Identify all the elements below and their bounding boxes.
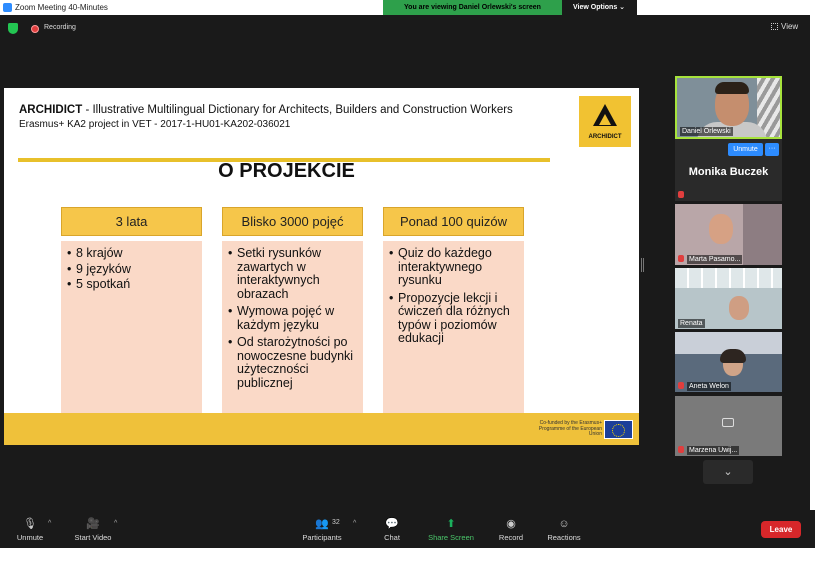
video-tile-marta[interactable]: Marta Pasamo... <box>675 204 782 265</box>
start-video-button[interactable]: 🎥 Start Video <box>70 518 116 542</box>
video-tile-renata[interactable]: Renata <box>675 268 782 329</box>
list-item: 9 języków <box>67 262 196 277</box>
slide-brand: ARCHIDICT <box>19 104 83 116</box>
view-label: View <box>781 22 799 31</box>
participant-name: Marzena Uwij... <box>687 446 740 455</box>
viewing-indicator: You are viewing Daniel Orlewski's screen <box>383 0 562 15</box>
list-item: Wymowa pojęć w każdym języku <box>228 304 357 332</box>
list-item: Setki rysunków zawartych w interaktywnyc… <box>228 246 357 301</box>
archidict-logo: ARCHIDICT <box>579 96 631 147</box>
list-item: Propozycje lekcji i ćwiczeń dla różnych … <box>389 291 518 346</box>
logo-text: ARCHIDICT <box>588 134 622 140</box>
video-options-chevron-icon[interactable]: ^ <box>114 520 117 527</box>
zoom-app-icon <box>3 3 12 12</box>
muted-mic-icon <box>678 255 684 262</box>
participant-avatar <box>729 296 749 320</box>
column-body: 8 krajów 9 języków 5 spotkań <box>61 241 202 418</box>
view-options-button[interactable]: View Options ⌄ <box>573 0 625 15</box>
list-item: Od starożytności po nowoczesne budynki u… <box>228 335 357 390</box>
list-item: 5 spotkań <box>67 277 196 292</box>
slide-header: ARCHIDICT - Illustrative Multilingual Di… <box>19 104 513 116</box>
muted-microphone-icon: 🎙 <box>23 518 37 530</box>
eu-flag-icon <box>604 420 633 439</box>
split-handle[interactable] <box>641 258 644 272</box>
participant-name: Renata <box>678 319 705 328</box>
unmute-participant-button[interactable]: Unmute <box>728 143 763 156</box>
leave-button[interactable]: Leave <box>761 521 801 538</box>
meeting-toolbar: 🎙 Unmute ^ 🎥 Start Video ^ 👥 Participant… <box>0 510 815 548</box>
list-item: Quiz do każdego interaktywnego rysunku <box>389 246 518 288</box>
column-years: 3 lata 8 krajów 9 języków 5 spotkań <box>61 207 202 418</box>
share-screen-label: Share Screen <box>428 533 474 542</box>
reactions-button[interactable]: ☺ Reactions <box>544 518 584 542</box>
list-item: 8 krajów <box>67 246 196 261</box>
muted-mic-icon <box>678 446 684 453</box>
record-button[interactable]: ◉ Record <box>495 518 527 542</box>
video-off-icon: 🎥 <box>86 518 100 530</box>
column-quizzes: Ponad 100 quizów Quiz do każdego interak… <box>383 207 524 418</box>
participants-options-chevron-icon[interactable]: ^ <box>353 520 356 527</box>
chat-button[interactable]: 💬 Chat <box>379 518 405 542</box>
slide-title: O PROJEKCIE <box>218 160 355 182</box>
eu-cofunding-text: Co-funded by the Erasmus+ Programme of t… <box>538 420 602 437</box>
participant-avatar <box>709 214 733 244</box>
video-tile-aneta[interactable]: Aneta Welon <box>675 332 782 392</box>
shared-slide: ARCHIDICT - Illustrative Multilingual Di… <box>4 88 639 445</box>
chat-icon: 💬 <box>385 518 399 530</box>
column-body: Quiz do każdego interaktywnego rysunku P… <box>383 241 524 418</box>
share-screen-button[interactable]: ⬆ Share Screen <box>425 518 477 542</box>
slide-header-text: - Illustrative Multilingual Dictionary f… <box>82 104 513 116</box>
column-header: Ponad 100 quizów <box>383 207 524 236</box>
security-shield-icon[interactable] <box>8 23 18 34</box>
start-video-label: Start Video <box>74 533 112 542</box>
window-bottom-margin <box>0 548 815 573</box>
window-title: Zoom Meeting 40-Minutes <box>15 3 108 12</box>
participant-name: Aneta Welon <box>687 382 731 391</box>
video-tile-daniel[interactable]: Daniel Orlewski <box>675 76 782 139</box>
unmute-button[interactable]: 🎙 Unmute <box>14 518 46 542</box>
view-button[interactable]: View <box>771 22 798 31</box>
record-icon: ◉ <box>506 518 516 530</box>
slide-footer: Co-funded by the Erasmus+ Programme of t… <box>4 413 639 445</box>
participant-name: Monika Buczek <box>688 166 769 178</box>
reactions-label: Reactions <box>547 533 581 542</box>
chevron-down-icon[interactable]: ⌄ <box>703 460 753 484</box>
record-label: Record <box>498 533 524 542</box>
muted-mic-icon <box>678 191 684 198</box>
grid-icon <box>771 23 778 30</box>
participant-name: Marta Pasamo... <box>687 255 743 264</box>
slide-subheader: Erasmus+ KA2 project in VET - 2017-1-HU0… <box>19 119 291 130</box>
chat-label: Chat <box>384 533 400 542</box>
column-terms: Blisko 3000 pojęć Setki rysunków zawarty… <box>222 207 363 418</box>
column-header: 3 lata <box>61 207 202 236</box>
audio-options-chevron-icon[interactable]: ^ <box>48 520 51 527</box>
unmute-label: Unmute <box>16 533 44 542</box>
participant-name: Daniel Orlewski <box>680 127 733 136</box>
participants-count: 32 <box>332 519 340 526</box>
video-off-icon <box>722 418 734 427</box>
column-body: Setki rysunków zawartych w interaktywnyc… <box>222 241 363 418</box>
recording-label: Recording <box>44 24 76 31</box>
participants-label: Participants <box>302 533 342 542</box>
screen-share-banner: You are viewing Daniel Orlewski's screen… <box>383 0 637 15</box>
share-screen-icon: ⬆ <box>446 518 456 530</box>
muted-mic-icon <box>678 382 684 389</box>
recording-icon <box>31 25 39 33</box>
reactions-icon: ☺ <box>558 518 570 530</box>
column-header: Blisko 3000 pojęć <box>222 207 363 236</box>
video-tile-marzena[interactable]: Marzena Uwij... <box>675 396 782 456</box>
more-options-button[interactable]: ··· <box>765 143 779 156</box>
